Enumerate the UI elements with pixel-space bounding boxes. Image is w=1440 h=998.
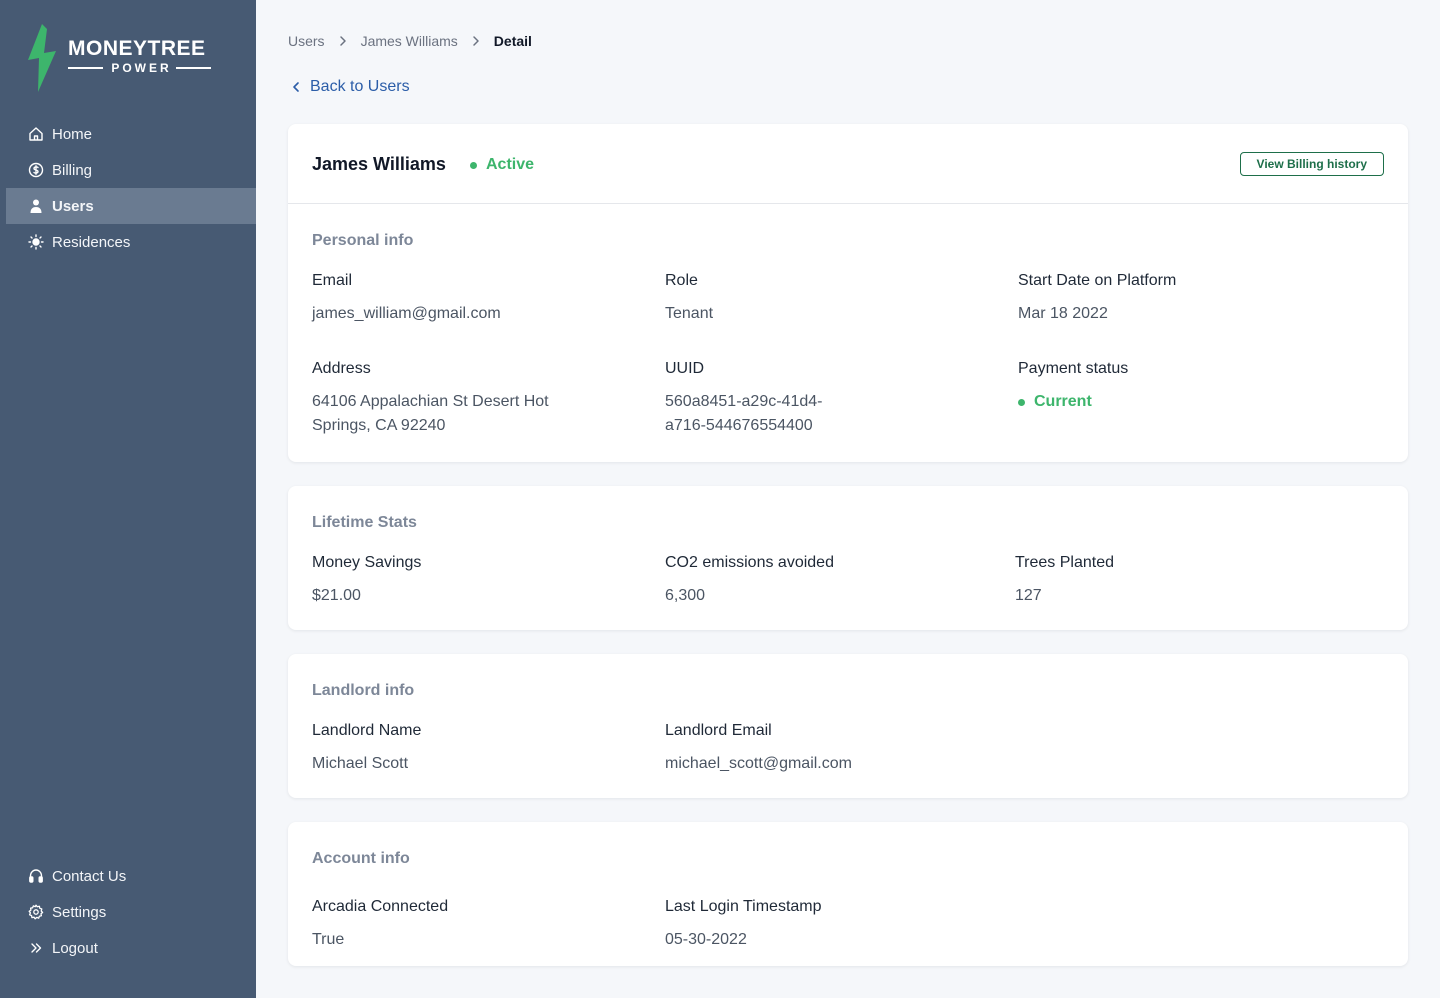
field-label: Last Login Timestamp bbox=[665, 898, 822, 915]
chevron-right-icon bbox=[472, 35, 480, 47]
sidebar-item-logout[interactable]: Logout bbox=[0, 930, 256, 966]
sidebar-nav-bottom: Contact Us Settings Logout bbox=[0, 858, 256, 966]
field-label: Money Savings bbox=[312, 554, 422, 571]
payment-status-field: Payment status Current bbox=[1018, 360, 1128, 414]
field-label: Address bbox=[312, 360, 371, 377]
field-label: Landlord Name bbox=[312, 722, 422, 739]
headset-icon bbox=[29, 869, 43, 883]
field-label: Role bbox=[665, 272, 698, 289]
field-label: Landlord Email bbox=[665, 722, 772, 739]
section-title: Lifetime Stats bbox=[312, 514, 417, 531]
address-line: Springs, CA 92240 bbox=[312, 417, 446, 434]
status-dot bbox=[470, 161, 477, 169]
sidebar-item-label: Users bbox=[52, 197, 94, 215]
money-savings-field: Money Savings $21.00 bbox=[312, 554, 421, 608]
sidebar-item-contact[interactable]: Contact Us bbox=[0, 858, 256, 894]
field-label: UUID bbox=[665, 360, 705, 377]
landlord-email-field: Landlord Email michael_scott@gmail.com bbox=[665, 722, 852, 776]
user-icon bbox=[30, 199, 42, 213]
field-value: $21.00 bbox=[312, 587, 361, 604]
field-label: Payment status bbox=[1018, 360, 1129, 377]
field-value: Michael Scott bbox=[312, 755, 409, 772]
arcadia-connected-field: Arcadia Connected True bbox=[312, 898, 448, 952]
field-value: Tenant bbox=[665, 305, 714, 322]
uuid-line: a716-544676554400 bbox=[665, 417, 813, 434]
status-dot bbox=[1018, 398, 1025, 406]
divider bbox=[175, 67, 211, 69]
user-name: James Williams bbox=[312, 154, 446, 174]
chevron-left-icon bbox=[293, 82, 299, 92]
sidebar-item-label: Settings bbox=[52, 903, 107, 921]
field-value: True bbox=[312, 931, 345, 948]
brand-name: MONEYTREE bbox=[68, 37, 206, 60]
divider bbox=[68, 67, 104, 69]
field-value: michael_scott@gmail.com bbox=[665, 755, 852, 772]
field-label: Email bbox=[312, 272, 353, 289]
field-value: Mar 18 2022 bbox=[1018, 305, 1108, 322]
payment-status-value: Current bbox=[1034, 393, 1092, 410]
sidebar-item-label: Home bbox=[52, 125, 93, 143]
role-field: Role Tenant bbox=[665, 272, 713, 326]
field-value: 05-30-2022 bbox=[665, 931, 747, 948]
field-value: james_william@gmail.com bbox=[312, 305, 501, 322]
lightning-bolt-icon bbox=[28, 24, 56, 92]
section-title: Landlord info bbox=[312, 682, 415, 699]
sidebar-item-label: Billing bbox=[52, 161, 93, 179]
breadcrumb-user[interactable]: James Williams bbox=[361, 33, 458, 49]
field-label: Trees Planted bbox=[1015, 554, 1115, 571]
field-value: 64106 Appalachian St Desert Hot Springs,… bbox=[312, 390, 549, 438]
status-label: Active bbox=[486, 156, 535, 173]
card-header: James Williams Active View Billing histo… bbox=[288, 124, 1408, 204]
sidebar-item-residences[interactable]: Residences bbox=[0, 224, 256, 260]
chevron-right-icon bbox=[339, 35, 347, 47]
account-info-card: Account info Arcadia Connected True Last… bbox=[288, 822, 1408, 966]
sidebar-nav: Home Billing Users Residences bbox=[0, 116, 256, 260]
sidebar-item-users[interactable]: Users bbox=[6, 188, 256, 224]
sidebar-item-home[interactable]: Home bbox=[0, 116, 256, 152]
sidebar-item-label: Logout bbox=[52, 939, 98, 957]
double-chevron-right-icon bbox=[31, 943, 42, 953]
sidebar-item-settings[interactable]: Settings bbox=[0, 894, 256, 930]
section-title: Account info bbox=[312, 850, 410, 867]
last-login-field: Last Login Timestamp 05-30-2022 bbox=[665, 898, 822, 952]
field-value: 6,300 bbox=[665, 587, 706, 604]
home-icon bbox=[29, 127, 43, 141]
address-line: 64106 Appalachian St Desert Hot bbox=[312, 393, 549, 410]
brand-sub-label: POWER bbox=[111, 61, 172, 75]
back-to-users-link[interactable]: Back to Users bbox=[292, 78, 410, 96]
view-billing-history-button[interactable]: View Billing history bbox=[1239, 152, 1384, 176]
gear-icon bbox=[28, 904, 44, 920]
sidebar-item-label: Contact Us bbox=[52, 867, 127, 885]
breadcrumb: Users James Williams Detail bbox=[288, 33, 532, 49]
field-label: Arcadia Connected bbox=[312, 898, 449, 915]
uuid-field: UUID 560a8451-a29c-41d4- a716-5446765544… bbox=[665, 360, 822, 438]
breadcrumb-users[interactable]: Users bbox=[288, 33, 325, 49]
sidebar-item-label: Residences bbox=[52, 233, 131, 251]
brand-sub: POWER bbox=[68, 61, 211, 75]
uuid-line: 560a8451-a29c-41d4- bbox=[665, 393, 823, 410]
trees-planted-field: Trees Planted 127 bbox=[1015, 554, 1114, 608]
field-label: Start Date on Platform bbox=[1018, 272, 1177, 289]
field-label: CO2 emissions avoided bbox=[665, 554, 834, 571]
co2-field: CO2 emissions avoided 6,300 bbox=[665, 554, 834, 608]
email-field: Email james_william@gmail.com bbox=[312, 272, 501, 326]
status-badge: Active bbox=[470, 156, 534, 174]
landlord-name-field: Landlord Name Michael Scott bbox=[312, 722, 421, 776]
field-value: 127 bbox=[1015, 587, 1042, 604]
sun-icon bbox=[28, 234, 44, 250]
sidebar-item-billing[interactable]: Billing bbox=[0, 152, 256, 188]
start-date-field: Start Date on Platform Mar 18 2022 bbox=[1018, 272, 1176, 326]
back-link-label: Back to Users bbox=[310, 78, 410, 95]
lifetime-stats-card: Lifetime Stats Money Savings $21.00 CO2 … bbox=[288, 486, 1408, 630]
field-value: Current bbox=[1018, 390, 1128, 414]
field-value: 560a8451-a29c-41d4- a716-544676554400 bbox=[665, 390, 822, 438]
address-field: Address 64106 Appalachian St Desert Hot … bbox=[312, 360, 549, 438]
landlord-info-card: Landlord info Landlord Name Michael Scot… bbox=[288, 654, 1408, 798]
personal-info-card: James Williams Active View Billing histo… bbox=[288, 124, 1408, 462]
breadcrumb-current: Detail bbox=[493, 33, 532, 49]
dollar-circle-icon bbox=[28, 162, 44, 178]
sidebar: MONEYTREE POWER Home Billing Users Resid… bbox=[0, 0, 256, 998]
section-title: Personal info bbox=[312, 232, 414, 249]
brand-logo[interactable]: MONEYTREE POWER bbox=[28, 24, 218, 92]
